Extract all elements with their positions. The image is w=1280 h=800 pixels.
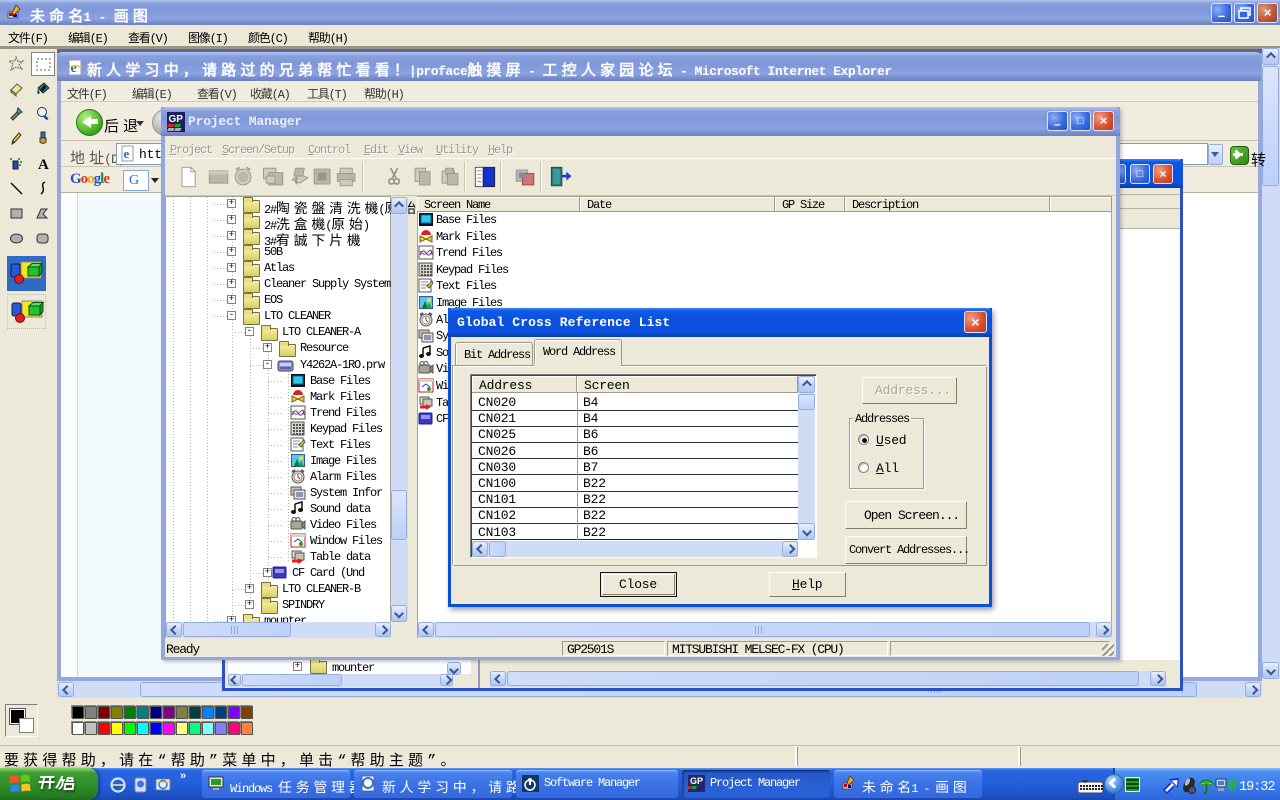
svg-text:e: e [71,61,77,76]
svg-text:GP: GP [169,114,184,125]
svg-text:e: e [124,146,130,161]
svg-text:A: A [38,157,49,172]
svg-text:GP: GP [690,776,703,786]
